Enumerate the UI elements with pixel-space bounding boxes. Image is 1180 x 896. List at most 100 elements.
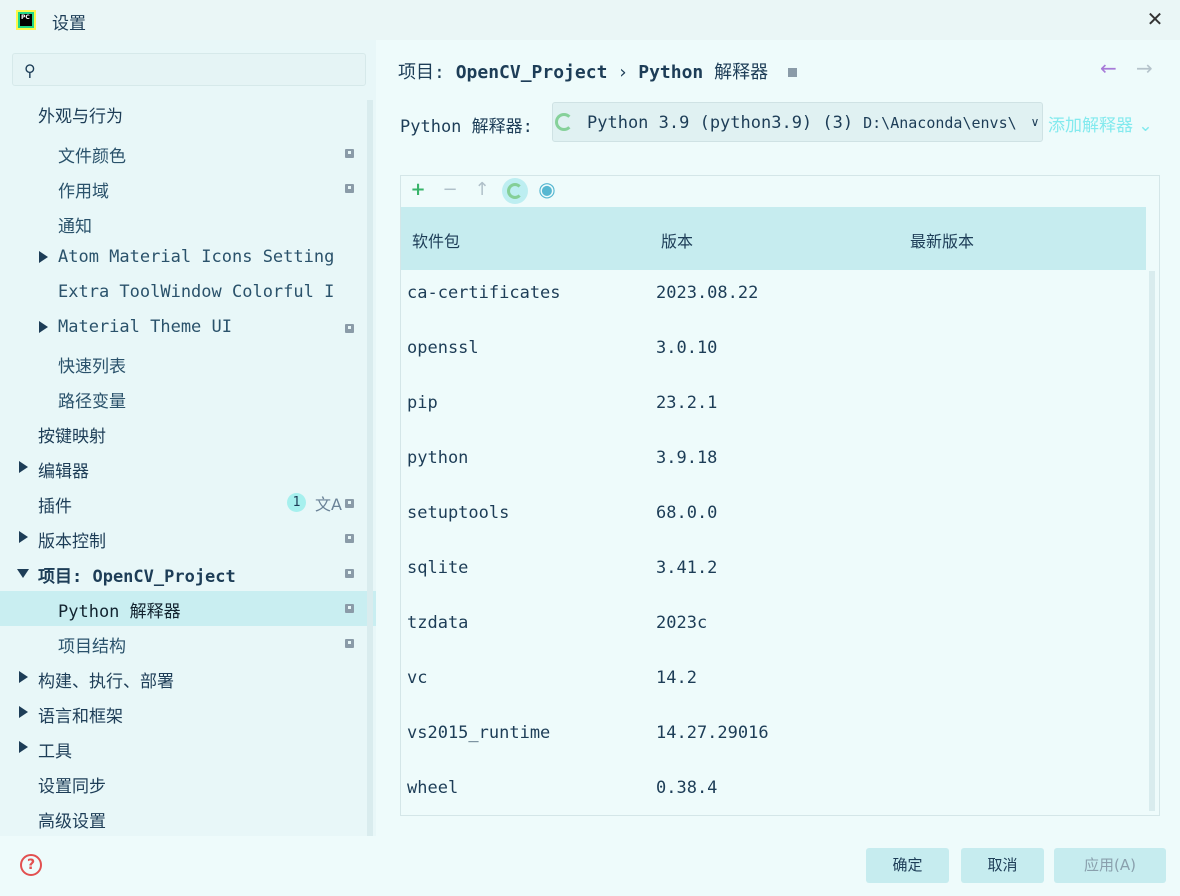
- sidebar-item-quick-lists[interactable]: 快速列表: [0, 346, 376, 381]
- expand-arrow-icon[interactable]: [39, 321, 48, 333]
- sidebar-item-languages-frameworks[interactable]: 语言和框架: [0, 696, 376, 731]
- table-row[interactable]: vs2015_runtime 14.27.29016: [401, 711, 1146, 766]
- table-row[interactable]: sqlite 3.41.2: [401, 546, 1146, 601]
- sidebar-item-advanced-settings[interactable]: 高级设置: [0, 801, 376, 836]
- expand-arrow-icon[interactable]: [19, 531, 28, 543]
- sidebar-item-python-interpreter[interactable]: Python 解释器: [0, 591, 376, 626]
- sidebar-item-atom-material-icons[interactable]: Atom Material Icons Setting: [0, 241, 376, 276]
- packages-table-header: 软件包 版本 最新版本: [401, 207, 1146, 270]
- interpreter-selected: Python 3.9 (python3.9) (3) D:\Anaconda\en…: [587, 113, 1017, 133]
- table-row[interactable]: ca-certificates 2023.08.22: [401, 271, 1146, 326]
- breadcrumb-page-cn: 解释器: [714, 62, 769, 83]
- breadcrumb-page: Python: [638, 62, 704, 83]
- app-logo-text: PC: [20, 14, 32, 26]
- search-icon: ⚲: [24, 61, 36, 80]
- sidebar-scrollbar[interactable]: [367, 100, 373, 836]
- eye-icon[interactable]: ◉: [535, 177, 559, 201]
- table-row[interactable]: tzdata 2023c: [401, 601, 1146, 656]
- package-name: vc: [407, 668, 428, 688]
- interpreter-status-icon: [555, 113, 573, 131]
- project-level-icon: [345, 569, 354, 578]
- package-name: vs2015_runtime: [407, 723, 551, 743]
- plus-icon[interactable]: +: [406, 179, 430, 200]
- breadcrumb-project[interactable]: OpenCV_Project: [456, 62, 608, 83]
- project-level-icon: [345, 604, 354, 613]
- sidebar-item-project[interactable]: 项目: OpenCV_Project: [0, 556, 376, 591]
- table-row[interactable]: python 3.9.18: [401, 436, 1146, 491]
- sidebar-item-path-variables[interactable]: 路径变量: [0, 381, 376, 416]
- project-level-icon: [345, 639, 354, 648]
- column-header-latest-version[interactable]: 最新版本: [910, 228, 974, 252]
- add-interpreter-link[interactable]: 添加解释器 ⌄: [1048, 111, 1153, 136]
- sidebar-item-project-structure[interactable]: 项目结构: [0, 626, 376, 661]
- title-bar: PC 设置 ✕: [0, 0, 1180, 40]
- sidebar-item-material-theme[interactable]: Material Theme UI: [0, 311, 376, 346]
- interpreter-select[interactable]: Python 3.9 (python3.9) (3) D:\Anaconda\en…: [552, 102, 1043, 142]
- interpreter-selected-path: D:\Anaconda\envs\: [863, 114, 1017, 132]
- help-icon[interactable]: ?: [20, 854, 42, 876]
- expand-arrow-icon[interactable]: [19, 706, 28, 718]
- project-level-icon: [345, 324, 354, 333]
- add-interpreter-label: 添加解释器: [1048, 116, 1133, 136]
- interpreter-label: Python 解释器:: [400, 117, 533, 137]
- sidebar-item-tools[interactable]: 工具: [0, 731, 376, 766]
- packages-toolbar: + − ↑ ◉: [401, 176, 1159, 206]
- package-version: 14.2: [656, 668, 697, 688]
- package-name: pip: [407, 393, 438, 413]
- sidebar-item-label: 外观与行为: [38, 107, 123, 127]
- sidebar-item-label: 构建、执行、部署: [38, 672, 174, 692]
- arrow-left-icon[interactable]: ←: [1100, 56, 1117, 80]
- sidebar-item-version-control[interactable]: 版本控制: [0, 521, 376, 556]
- table-row[interactable]: pip 23.2.1: [401, 381, 1146, 436]
- sidebar-item-scopes[interactable]: 作用域: [0, 171, 376, 206]
- arrow-right-icon[interactable]: →: [1136, 56, 1153, 80]
- package-name: ca-certificates: [407, 283, 561, 303]
- refresh-icon[interactable]: [502, 178, 528, 204]
- sidebar-item-label: 项目: OpenCV_Project: [38, 567, 236, 587]
- sidebar-item-notifications[interactable]: 通知: [0, 206, 376, 241]
- close-icon[interactable]: ✕: [1144, 8, 1166, 30]
- sidebar-item-settings-sync[interactable]: 设置同步: [0, 766, 376, 801]
- sidebar-item-extra-toolwindow[interactable]: Extra ToolWindow Colorful I: [0, 276, 376, 311]
- sidebar-item-plugins[interactable]: 插件 1 文A: [0, 486, 376, 521]
- sidebar-item-appearance[interactable]: 外观与行为: [0, 96, 376, 131]
- sidebar-item-label: Python 解释器: [58, 602, 181, 622]
- column-header-package[interactable]: 软件包: [412, 228, 460, 252]
- expand-arrow-icon[interactable]: [19, 461, 28, 473]
- cancel-button[interactable]: 取消: [961, 848, 1044, 883]
- sidebar-item-editor[interactable]: 编辑器: [0, 451, 376, 486]
- packages-scrollbar[interactable]: [1149, 271, 1155, 811]
- table-row[interactable]: openssl 3.0.10: [401, 326, 1146, 381]
- sidebar-item-label: 作用域: [58, 182, 109, 202]
- expand-arrow-icon[interactable]: [19, 671, 28, 683]
- sidebar-item-file-colors[interactable]: 文件颜色: [0, 136, 376, 171]
- arrow-up-icon[interactable]: ↑: [470, 179, 494, 200]
- sidebar-item-keymap[interactable]: 按键映射: [0, 416, 376, 451]
- sidebar-item-label: 工具: [38, 742, 72, 762]
- sidebar-item-build-execution[interactable]: 构建、执行、部署: [0, 661, 376, 696]
- package-name: tzdata: [407, 613, 469, 633]
- package-version: 2023c: [656, 613, 708, 633]
- collapse-arrow-icon[interactable]: [17, 569, 29, 578]
- sidebar-item-label: Atom Material Icons Setting: [58, 247, 335, 267]
- sidebar-item-label: 项目结构: [58, 637, 126, 657]
- table-row[interactable]: vc 14.2: [401, 656, 1146, 711]
- package-name: python: [407, 448, 469, 468]
- minus-icon[interactable]: −: [438, 179, 462, 200]
- apply-button[interactable]: 应用(A): [1054, 848, 1166, 883]
- project-level-icon: [788, 68, 798, 77]
- expand-arrow-icon[interactable]: [39, 251, 48, 263]
- plugin-update-count-badge: 1: [287, 493, 306, 512]
- table-row[interactable]: wheel 0.38.4: [401, 766, 1146, 821]
- expand-arrow-icon[interactable]: [19, 741, 28, 753]
- sidebar-item-label: 语言和框架: [38, 707, 123, 727]
- column-header-version[interactable]: 版本: [661, 228, 693, 252]
- sidebar-item-label: 高级设置: [38, 812, 106, 832]
- packages-panel: + − ↑ ◉ 软件包 版本 最新版本 ca-certificates 2023.…: [400, 175, 1160, 816]
- search-input[interactable]: ⚲: [12, 53, 366, 86]
- sidebar-item-label: 通知: [58, 217, 92, 237]
- chevron-down-icon[interactable]: ∨: [1027, 115, 1042, 133]
- table-row[interactable]: setuptools 68.0.0: [401, 491, 1146, 546]
- ok-button[interactable]: 确定: [866, 848, 949, 883]
- breadcrumb-separator: ›: [617, 62, 629, 83]
